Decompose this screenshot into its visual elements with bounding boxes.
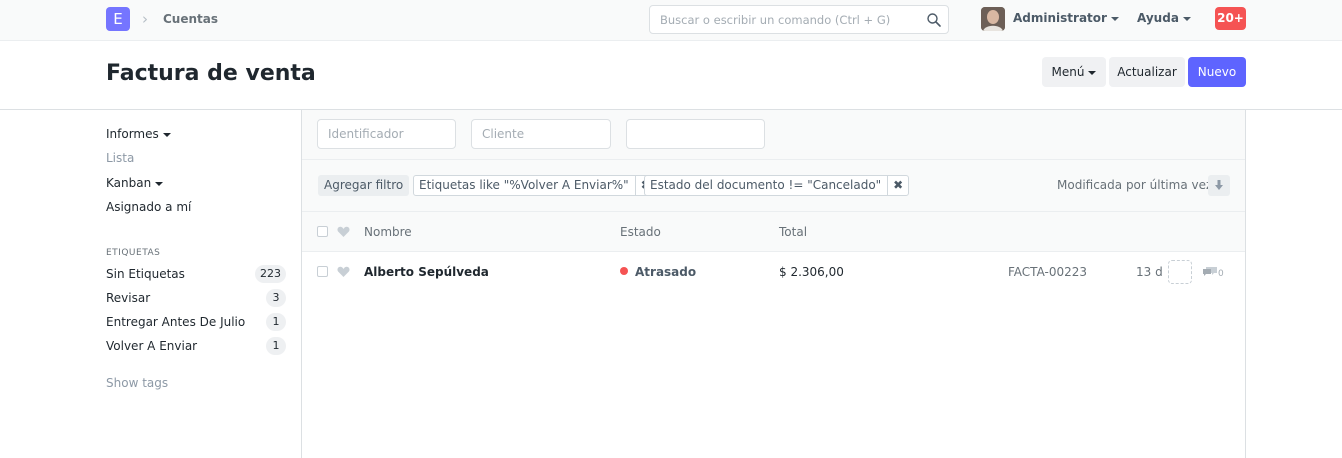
caret-down-icon bbox=[162, 132, 171, 137]
arrow-down-icon bbox=[1215, 180, 1223, 190]
page-title: Factura de venta bbox=[106, 61, 316, 86]
comment-count[interactable]: 0 bbox=[1202, 266, 1224, 279]
column-header-name[interactable]: Nombre bbox=[364, 225, 412, 239]
heart-icon[interactable] bbox=[337, 226, 350, 238]
row-modified: 13 d bbox=[1136, 265, 1163, 279]
caret-down-icon bbox=[1110, 16, 1119, 21]
sidebar-item-kanban[interactable]: Kanban bbox=[106, 176, 164, 190]
menu-button[interactable]: Menú bbox=[1042, 57, 1106, 87]
notifications-badge[interactable]: 20+ bbox=[1215, 7, 1246, 30]
customer-filter-input[interactable] bbox=[472, 120, 610, 148]
sidebar-item-reports[interactable]: Informes bbox=[106, 127, 171, 141]
tag-item[interactable]: Sin Etiquetas 223 bbox=[106, 265, 286, 283]
user-name: Administrator bbox=[1013, 11, 1107, 25]
chevron-right-icon: › bbox=[142, 10, 148, 28]
sort-selector[interactable]: Modificada por última vez bbox=[1057, 178, 1212, 192]
show-tags-link[interactable]: Show tags bbox=[106, 376, 168, 390]
assign-avatar-placeholder[interactable] bbox=[1168, 260, 1192, 284]
caret-down-icon bbox=[155, 181, 164, 186]
comments-icon bbox=[1203, 267, 1217, 276]
id-filter-input[interactable] bbox=[318, 120, 455, 148]
close-icon[interactable]: ✖ bbox=[888, 176, 908, 195]
filter-chip-label: Etiquetas like "%Volver A Enviar%" bbox=[414, 176, 636, 195]
row-id[interactable]: FACTA-00223 bbox=[1008, 265, 1087, 279]
sidebar-item-assigned-to-me[interactable]: Asignado a mí bbox=[106, 200, 191, 214]
status-indicator[interactable]: Atrasado bbox=[620, 265, 696, 279]
filter-area: Agregar filtro Etiquetas like "%Volver A… bbox=[302, 110, 1245, 211]
filter-chip-label: Estado del documento != "Cancelado" bbox=[645, 176, 889, 195]
help-menu[interactable]: Ayuda bbox=[1137, 11, 1191, 25]
search-bar[interactable] bbox=[649, 5, 949, 34]
divider bbox=[302, 159, 1245, 160]
row-customer-name[interactable]: Alberto Sepúlveda bbox=[364, 265, 489, 279]
tag-label: Entregar Antes De Julio bbox=[106, 315, 246, 329]
search-input[interactable] bbox=[650, 6, 910, 33]
list-header: Nombre Estado Total bbox=[302, 211, 1245, 252]
tag-count: 3 bbox=[266, 289, 286, 307]
heart-icon[interactable] bbox=[337, 266, 350, 278]
help-label: Ayuda bbox=[1137, 11, 1179, 25]
page-header: Factura de venta Menú Actualizar Nuevo bbox=[0, 41, 1342, 110]
row-total: $ 2.306,00 bbox=[779, 265, 844, 279]
select-all-checkbox[interactable] bbox=[317, 226, 328, 237]
tag-label: Sin Etiquetas bbox=[106, 267, 185, 281]
avatar[interactable] bbox=[981, 7, 1005, 31]
user-menu[interactable]: Administrator bbox=[1013, 11, 1119, 25]
filter-chip[interactable]: Etiquetas like "%Volver A Enviar%"✖ bbox=[413, 175, 657, 196]
caret-down-icon bbox=[1182, 16, 1191, 21]
sidebar-item-list[interactable]: Lista bbox=[106, 151, 134, 165]
caret-down-icon bbox=[1088, 70, 1097, 75]
add-filter-button[interactable]: Agregar filtro bbox=[318, 175, 410, 196]
id-filter-field[interactable] bbox=[317, 119, 456, 149]
tag-item[interactable]: Revisar 3 bbox=[106, 289, 286, 307]
customer-filter-field[interactable] bbox=[471, 119, 611, 149]
tag-count: 1 bbox=[266, 313, 286, 331]
sidebar-item-label: Informes bbox=[106, 127, 159, 141]
tag-label: Revisar bbox=[106, 291, 151, 305]
refresh-button[interactable]: Actualizar bbox=[1109, 57, 1185, 87]
column-header-total[interactable]: Total bbox=[779, 225, 807, 239]
sidebar-item-label: Kanban bbox=[106, 176, 152, 190]
sort-order-button[interactable] bbox=[1208, 175, 1230, 196]
status-label: Atrasado bbox=[635, 265, 697, 279]
list-row[interactable]: Alberto Sepúlveda Atrasado $ 2.306,00 FA… bbox=[302, 252, 1245, 292]
breadcrumb-cuentas[interactable]: Cuentas bbox=[163, 12, 218, 26]
column-header-status[interactable]: Estado bbox=[620, 225, 661, 239]
comment-count-label: 0 bbox=[1218, 269, 1224, 279]
extra-filter-field[interactable] bbox=[626, 119, 765, 149]
app-logo[interactable]: E bbox=[106, 7, 130, 31]
menu-button-label: Menú bbox=[1051, 65, 1085, 79]
navbar: E › Cuentas Administrator Ayuda 20+ bbox=[0, 0, 1342, 41]
new-button[interactable]: Nuevo bbox=[1188, 57, 1246, 87]
tag-item[interactable]: Entregar Antes De Julio 1 bbox=[106, 313, 286, 331]
status-dot-icon bbox=[620, 267, 628, 275]
tag-item[interactable]: Volver A Enviar 1 bbox=[106, 337, 286, 355]
list-frame: Agregar filtro Etiquetas like "%Volver A… bbox=[301, 110, 1246, 458]
search-icon[interactable] bbox=[926, 12, 942, 28]
extra-filter-input[interactable] bbox=[627, 120, 764, 148]
filter-chip[interactable]: Estado del documento != "Cancelado" ✖ bbox=[644, 175, 910, 196]
tags-heading: ETIQUETAS bbox=[106, 248, 161, 258]
tag-count: 1 bbox=[266, 337, 286, 355]
tag-count: 223 bbox=[255, 265, 286, 283]
row-checkbox[interactable] bbox=[317, 266, 328, 277]
tag-label: Volver A Enviar bbox=[106, 339, 198, 353]
